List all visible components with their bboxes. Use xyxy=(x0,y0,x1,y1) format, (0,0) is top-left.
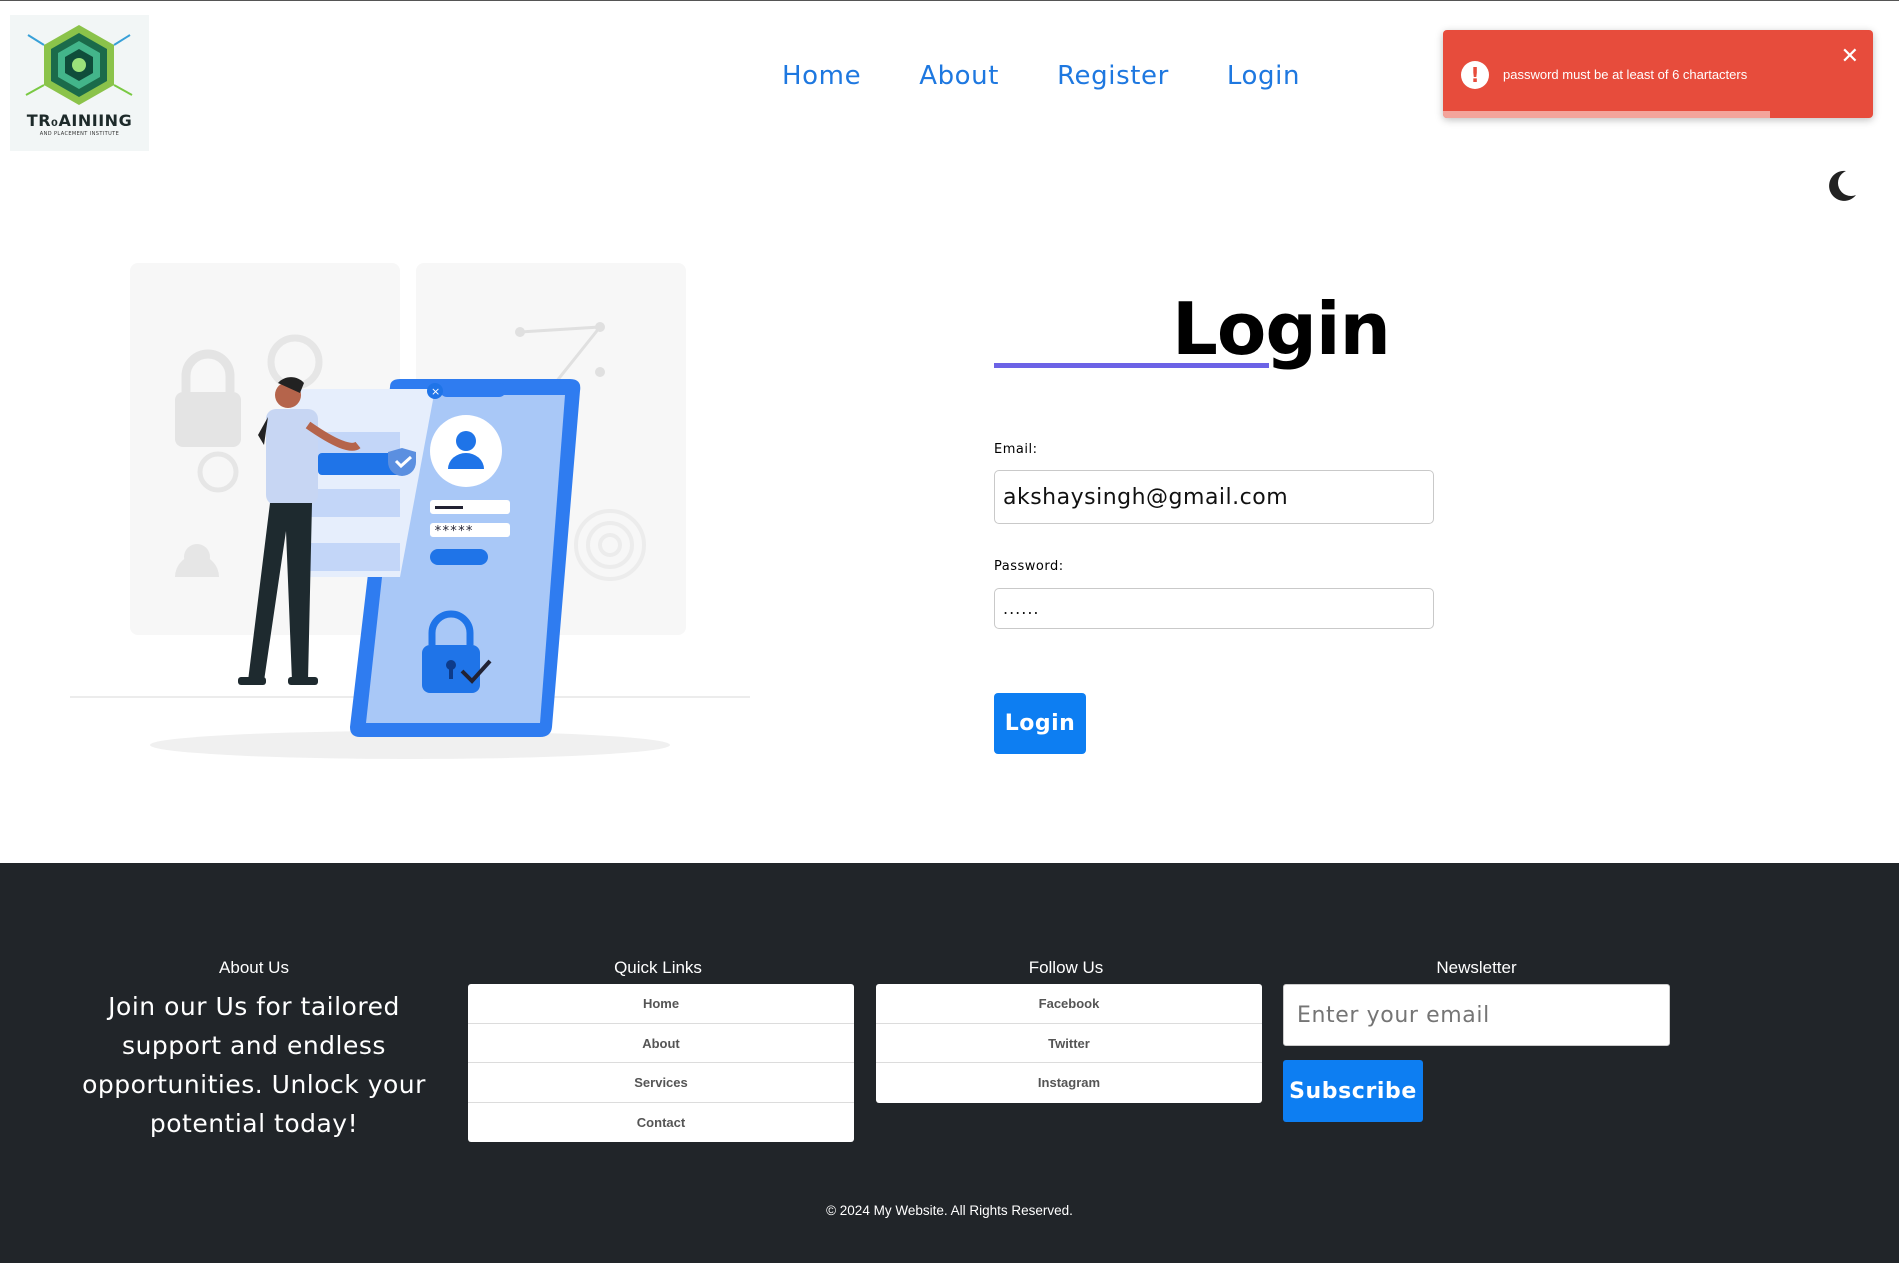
email-label: Email: xyxy=(994,442,1038,457)
footer-about-heading: About Us xyxy=(219,958,289,977)
svg-text:×: × xyxy=(431,385,440,398)
error-toast: ! password must be at least of 6 chartac… xyxy=(1443,30,1873,118)
exclamation-circle-icon: ! xyxy=(1461,61,1489,89)
follow-us-list: Facebook Twitter Instagram xyxy=(876,984,1262,1103)
main-nav: Home About Register Login xyxy=(782,61,1300,91)
logo-subtext: AND PLACEMENT INSTITUTE xyxy=(39,131,120,137)
logo-text: TR₀AINIING xyxy=(26,111,133,130)
social-link-instagram[interactable]: Instagram xyxy=(876,1063,1262,1103)
login-security-illustration: ***** × xyxy=(70,257,750,767)
nav-about-link[interactable]: About xyxy=(919,61,999,91)
quick-link-contact[interactable]: Contact xyxy=(468,1103,854,1143)
toast-progress-bar xyxy=(1443,111,1770,118)
email-field[interactable] xyxy=(994,470,1434,524)
password-field[interactable] xyxy=(994,588,1434,629)
quick-link-about[interactable]: About xyxy=(468,1024,854,1063)
copyright-text: © 2024 My Website. All Rights Reserved. xyxy=(826,1203,1073,1218)
nav-register-link[interactable]: Register xyxy=(1057,61,1169,91)
quick-link-services[interactable]: Services xyxy=(468,1063,854,1103)
subscribe-button[interactable]: Subscribe xyxy=(1283,1060,1423,1122)
social-link-twitter[interactable]: Twitter xyxy=(876,1024,1262,1063)
close-icon[interactable]: ✕ xyxy=(1841,46,1859,68)
footer-follow-us-heading: Follow Us xyxy=(1028,958,1104,977)
svg-text:*****: ***** xyxy=(434,524,473,539)
footer-about-text: Join our Us for tailored support and end… xyxy=(82,992,426,1138)
toast-message: password must be at least of 6 chartacte… xyxy=(1503,67,1748,82)
site-footer: About Us Join our Us for tailored suppor… xyxy=(0,863,1899,1263)
nav-home-link[interactable]: Home xyxy=(782,61,861,91)
footer-quick-links-heading: Quick Links xyxy=(614,958,702,977)
login-title: Login xyxy=(1172,287,1391,371)
quick-links-list: Home About Services Contact xyxy=(468,984,854,1142)
site-logo[interactable]: TR₀AINIING AND PLACEMENT INSTITUTE xyxy=(10,15,149,151)
quick-link-home[interactable]: Home xyxy=(468,984,854,1024)
nav-login-link[interactable]: Login xyxy=(1227,61,1300,91)
password-label: Password: xyxy=(994,559,1064,574)
newsletter-email-input[interactable] xyxy=(1283,984,1670,1046)
footer-newsletter-heading: Newsletter xyxy=(1436,958,1517,977)
moon-icon[interactable] xyxy=(1822,165,1862,205)
social-link-facebook[interactable]: Facebook xyxy=(876,984,1262,1024)
hexagon-logo-icon xyxy=(25,25,133,105)
login-button[interactable]: Login xyxy=(994,693,1086,754)
page: TR₀AINIING AND PLACEMENT INSTITUTE Home … xyxy=(0,0,1899,1282)
